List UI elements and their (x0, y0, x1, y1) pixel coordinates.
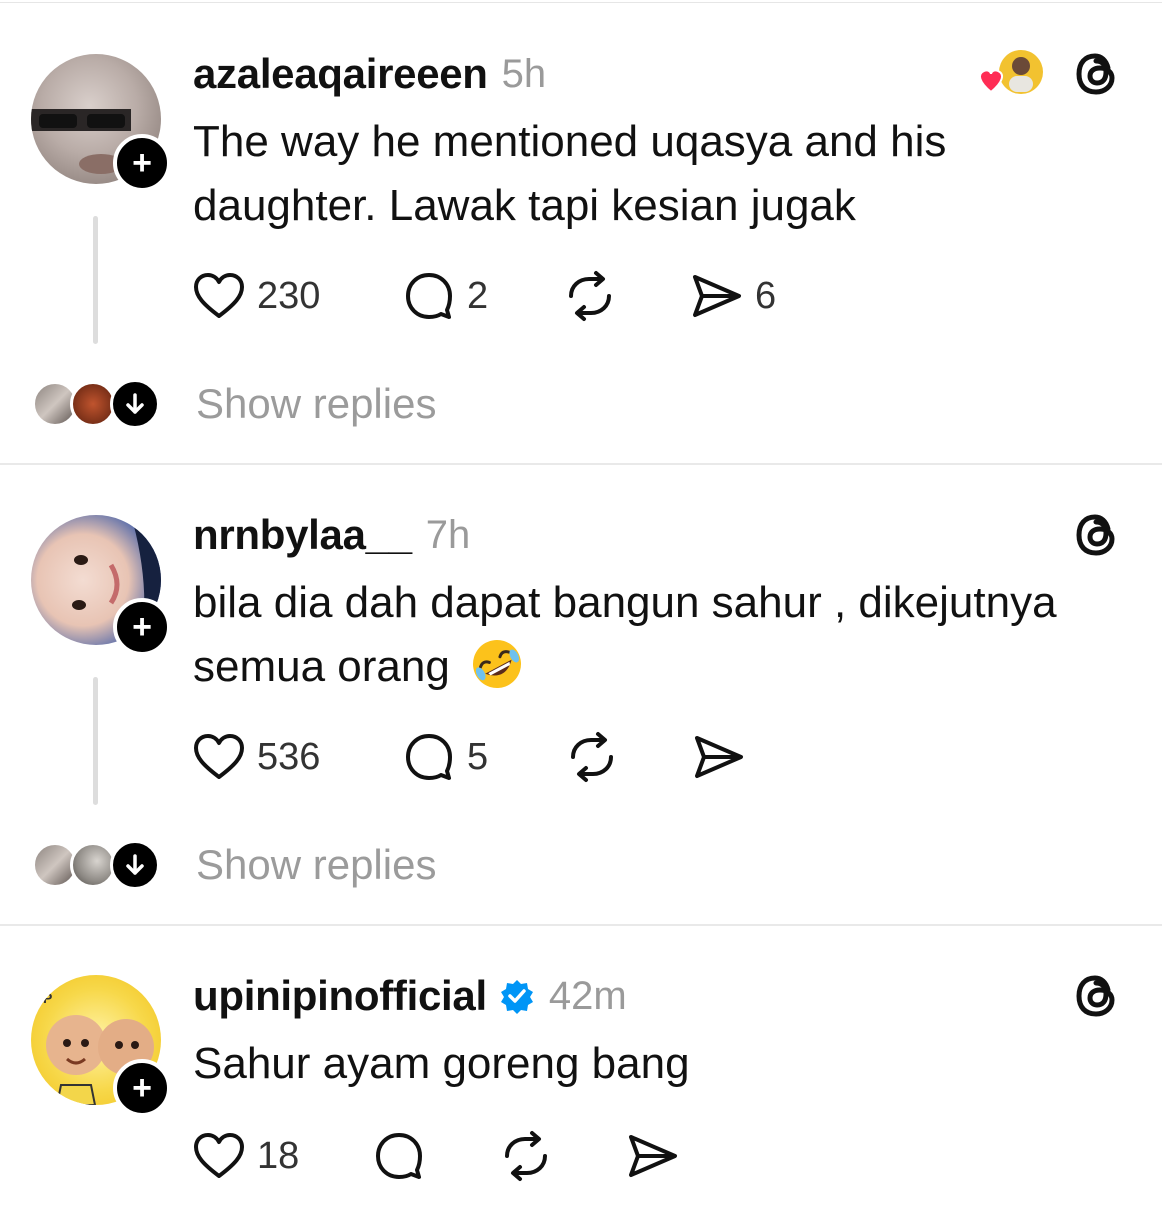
post-text: bila dia dah dapat bangun sahur , dikeju… (193, 571, 1123, 699)
reply-count: 2 (467, 274, 489, 317)
repost-icon (505, 1131, 547, 1181)
reply-button[interactable]: 5 (403, 731, 565, 783)
comment-bubble-icon (406, 734, 452, 780)
post-text: Sahur ayam goreng bang (193, 1032, 1123, 1096)
post-card: + azaleaqaireeen 5h The way he mentioned… (0, 0, 1162, 465)
threads-logo-icon[interactable] (1070, 970, 1122, 1022)
timestamp: 42m (548, 973, 627, 1018)
post-text-line: daughter. Lawak tapi kesian jugak (193, 181, 856, 230)
show-replies-label[interactable]: Show replies (196, 841, 436, 889)
show-replies-label[interactable]: Show replies (196, 380, 436, 428)
username[interactable]: azaleaqaireeen (193, 50, 488, 98)
send-icon (629, 1135, 677, 1177)
post-text: The way he mentioned uqasya and his daug… (193, 110, 1123, 238)
show-replies-row[interactable]: Show replies (0, 835, 600, 895)
like-button[interactable]: 536 (193, 733, 403, 781)
repost-button[interactable] (563, 270, 691, 322)
username[interactable]: upinipinofficial (193, 972, 487, 1020)
plus-icon: + (132, 144, 152, 182)
username[interactable]: nrnbylaa__ (193, 511, 412, 559)
repost-button[interactable] (565, 731, 693, 783)
arrow-down-icon (126, 393, 144, 414)
threads-logo-icon[interactable] (1070, 509, 1122, 561)
post-card: P + upinipinofficial 42m Sahur ayam gore… (0, 926, 1162, 1219)
post-text-line: semua orang (193, 642, 450, 691)
rofl-emoji (473, 640, 522, 689)
heart-icon (194, 273, 244, 318)
like-count: 536 (257, 735, 321, 778)
share-button[interactable] (627, 1131, 707, 1181)
reply-avatars (32, 379, 162, 429)
post-text-line: Sahur ayam goreng bang (193, 1039, 690, 1088)
heart-icon (194, 1133, 244, 1178)
reply-button[interactable] (373, 1130, 499, 1182)
liked-by-avatars[interactable] (975, 46, 1049, 106)
send-icon (695, 736, 743, 778)
heart-icon (194, 734, 244, 779)
reply-count: 5 (467, 735, 489, 778)
share-button[interactable]: 6 (691, 271, 811, 321)
repost-button[interactable] (499, 1130, 627, 1182)
send-icon (693, 275, 741, 317)
timestamp: 5h (501, 51, 547, 96)
repost-icon (571, 732, 613, 782)
like-button[interactable]: 230 (193, 272, 403, 320)
action-bar: 230 2 6 (193, 268, 811, 324)
post-card: + nrnbylaa__ 7h bila dia dah dapat bangu… (0, 465, 1162, 925)
comment-bubble-icon (406, 273, 452, 319)
post-header: nrnbylaa__ 7h (193, 505, 470, 565)
expand-replies-button[interactable] (110, 379, 160, 429)
post-header: upinipinofficial 42m (193, 966, 627, 1026)
share-count: 6 (755, 274, 777, 317)
like-count: 230 (257, 274, 321, 317)
post-text-line: The way he mentioned uqasya and his (193, 117, 947, 166)
reply-avatars (32, 840, 162, 890)
expand-replies-button[interactable] (110, 840, 160, 890)
follow-button[interactable]: + (113, 134, 171, 192)
share-button[interactable] (693, 732, 773, 782)
action-bar: 18 (193, 1128, 707, 1184)
threads-logo-icon[interactable] (1070, 48, 1122, 100)
svg-text:P: P (43, 990, 52, 1006)
reply-button[interactable]: 2 (403, 270, 563, 322)
arrow-down-icon (126, 854, 144, 875)
post-header: azaleaqaireeen 5h (193, 44, 546, 104)
verified-badge-icon (500, 980, 533, 1014)
thread-line (93, 677, 98, 805)
follow-button[interactable]: + (113, 1059, 171, 1117)
plus-icon: + (132, 1069, 152, 1107)
repost-icon (569, 271, 611, 321)
timestamp: 7h (425, 512, 471, 557)
like-count: 18 (257, 1134, 300, 1177)
like-button[interactable]: 18 (193, 1132, 373, 1180)
comment-bubble-icon (376, 1133, 422, 1179)
action-bar: 536 5 (193, 729, 773, 785)
show-replies-row[interactable]: Show replies (0, 374, 600, 434)
follow-button[interactable]: + (113, 598, 171, 656)
post-text-line: bila dia dah dapat bangun sahur , dikeju… (193, 578, 1057, 627)
thread-line (93, 216, 98, 344)
post-text-line-wrapper: semua orang (193, 635, 1123, 699)
plus-icon: + (132, 608, 152, 646)
